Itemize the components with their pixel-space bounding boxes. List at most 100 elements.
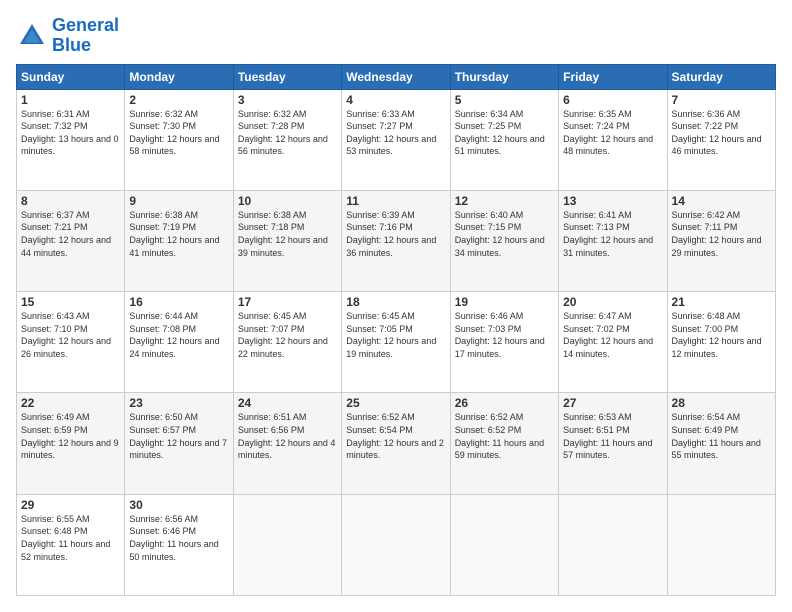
calendar-table: SundayMondayTuesdayWednesdayThursdayFrid… xyxy=(16,64,776,596)
calendar-cell: 23 Sunrise: 6:50 AMSunset: 6:57 PMDaylig… xyxy=(125,393,233,494)
day-info: Sunrise: 6:31 AMSunset: 7:32 PMDaylight:… xyxy=(21,109,119,157)
logo-text: General Blue xyxy=(52,16,119,56)
calendar-cell xyxy=(233,494,341,595)
day-info: Sunrise: 6:45 AMSunset: 7:05 PMDaylight:… xyxy=(346,311,436,359)
calendar-cell: 29 Sunrise: 6:55 AMSunset: 6:48 PMDaylig… xyxy=(17,494,125,595)
logo-blue: Blue xyxy=(52,35,91,55)
day-number: 23 xyxy=(129,396,228,410)
day-number: 10 xyxy=(238,194,337,208)
calendar-cell xyxy=(342,494,450,595)
day-number: 24 xyxy=(238,396,337,410)
weekday-header: Sunday xyxy=(17,64,125,89)
day-number: 15 xyxy=(21,295,120,309)
calendar-cell: 10 Sunrise: 6:38 AMSunset: 7:18 PMDaylig… xyxy=(233,190,341,291)
calendar-cell: 12 Sunrise: 6:40 AMSunset: 7:15 PMDaylig… xyxy=(450,190,558,291)
day-info: Sunrise: 6:38 AMSunset: 7:18 PMDaylight:… xyxy=(238,210,328,258)
day-info: Sunrise: 6:41 AMSunset: 7:13 PMDaylight:… xyxy=(563,210,653,258)
day-number: 21 xyxy=(672,295,771,309)
day-info: Sunrise: 6:53 AMSunset: 6:51 PMDaylight:… xyxy=(563,412,652,460)
calendar-cell xyxy=(559,494,667,595)
calendar-cell xyxy=(450,494,558,595)
day-info: Sunrise: 6:32 AMSunset: 7:28 PMDaylight:… xyxy=(238,109,328,157)
day-info: Sunrise: 6:50 AMSunset: 6:57 PMDaylight:… xyxy=(129,412,227,460)
day-number: 3 xyxy=(238,93,337,107)
day-number: 6 xyxy=(563,93,662,107)
day-number: 11 xyxy=(346,194,445,208)
day-info: Sunrise: 6:37 AMSunset: 7:21 PMDaylight:… xyxy=(21,210,111,258)
day-info: Sunrise: 6:55 AMSunset: 6:48 PMDaylight:… xyxy=(21,514,110,562)
calendar-cell: 8 Sunrise: 6:37 AMSunset: 7:21 PMDayligh… xyxy=(17,190,125,291)
calendar-cell: 28 Sunrise: 6:54 AMSunset: 6:49 PMDaylig… xyxy=(667,393,775,494)
day-info: Sunrise: 6:54 AMSunset: 6:49 PMDaylight:… xyxy=(672,412,761,460)
day-number: 30 xyxy=(129,498,228,512)
calendar-cell: 22 Sunrise: 6:49 AMSunset: 6:59 PMDaylig… xyxy=(17,393,125,494)
calendar-cell xyxy=(667,494,775,595)
calendar-cell: 15 Sunrise: 6:43 AMSunset: 7:10 PMDaylig… xyxy=(17,292,125,393)
day-info: Sunrise: 6:40 AMSunset: 7:15 PMDaylight:… xyxy=(455,210,545,258)
weekday-header: Tuesday xyxy=(233,64,341,89)
day-info: Sunrise: 6:42 AMSunset: 7:11 PMDaylight:… xyxy=(672,210,762,258)
calendar-cell: 16 Sunrise: 6:44 AMSunset: 7:08 PMDaylig… xyxy=(125,292,233,393)
day-number: 28 xyxy=(672,396,771,410)
logo: General Blue xyxy=(16,16,119,56)
day-number: 8 xyxy=(21,194,120,208)
day-number: 27 xyxy=(563,396,662,410)
logo-general: General xyxy=(52,15,119,35)
day-number: 5 xyxy=(455,93,554,107)
calendar-cell: 25 Sunrise: 6:52 AMSunset: 6:54 PMDaylig… xyxy=(342,393,450,494)
day-number: 17 xyxy=(238,295,337,309)
calendar-cell: 27 Sunrise: 6:53 AMSunset: 6:51 PMDaylig… xyxy=(559,393,667,494)
day-number: 9 xyxy=(129,194,228,208)
day-info: Sunrise: 6:45 AMSunset: 7:07 PMDaylight:… xyxy=(238,311,328,359)
day-number: 2 xyxy=(129,93,228,107)
header: General Blue xyxy=(16,16,776,56)
day-number: 7 xyxy=(672,93,771,107)
day-info: Sunrise: 6:39 AMSunset: 7:16 PMDaylight:… xyxy=(346,210,436,258)
calendar-cell: 9 Sunrise: 6:38 AMSunset: 7:19 PMDayligh… xyxy=(125,190,233,291)
day-info: Sunrise: 6:36 AMSunset: 7:22 PMDaylight:… xyxy=(672,109,762,157)
calendar-cell: 18 Sunrise: 6:45 AMSunset: 7:05 PMDaylig… xyxy=(342,292,450,393)
day-number: 22 xyxy=(21,396,120,410)
day-info: Sunrise: 6:34 AMSunset: 7:25 PMDaylight:… xyxy=(455,109,545,157)
day-number: 13 xyxy=(563,194,662,208)
day-number: 18 xyxy=(346,295,445,309)
day-info: Sunrise: 6:51 AMSunset: 6:56 PMDaylight:… xyxy=(238,412,336,460)
page: General Blue SundayMondayTuesdayWednesda… xyxy=(0,0,792,612)
day-number: 16 xyxy=(129,295,228,309)
calendar-cell: 5 Sunrise: 6:34 AMSunset: 7:25 PMDayligh… xyxy=(450,89,558,190)
calendar-cell: 1 Sunrise: 6:31 AMSunset: 7:32 PMDayligh… xyxy=(17,89,125,190)
day-info: Sunrise: 6:48 AMSunset: 7:00 PMDaylight:… xyxy=(672,311,762,359)
calendar-cell: 14 Sunrise: 6:42 AMSunset: 7:11 PMDaylig… xyxy=(667,190,775,291)
calendar-cell: 13 Sunrise: 6:41 AMSunset: 7:13 PMDaylig… xyxy=(559,190,667,291)
day-number: 4 xyxy=(346,93,445,107)
day-number: 26 xyxy=(455,396,554,410)
day-info: Sunrise: 6:46 AMSunset: 7:03 PMDaylight:… xyxy=(455,311,545,359)
calendar-cell: 24 Sunrise: 6:51 AMSunset: 6:56 PMDaylig… xyxy=(233,393,341,494)
weekday-header: Monday xyxy=(125,64,233,89)
day-number: 29 xyxy=(21,498,120,512)
day-info: Sunrise: 6:43 AMSunset: 7:10 PMDaylight:… xyxy=(21,311,111,359)
day-info: Sunrise: 6:49 AMSunset: 6:59 PMDaylight:… xyxy=(21,412,119,460)
day-info: Sunrise: 6:44 AMSunset: 7:08 PMDaylight:… xyxy=(129,311,219,359)
calendar-cell: 17 Sunrise: 6:45 AMSunset: 7:07 PMDaylig… xyxy=(233,292,341,393)
day-info: Sunrise: 6:38 AMSunset: 7:19 PMDaylight:… xyxy=(129,210,219,258)
calendar-cell: 20 Sunrise: 6:47 AMSunset: 7:02 PMDaylig… xyxy=(559,292,667,393)
day-number: 20 xyxy=(563,295,662,309)
calendar-cell: 3 Sunrise: 6:32 AMSunset: 7:28 PMDayligh… xyxy=(233,89,341,190)
weekday-header: Friday xyxy=(559,64,667,89)
calendar-cell: 26 Sunrise: 6:52 AMSunset: 6:52 PMDaylig… xyxy=(450,393,558,494)
day-number: 25 xyxy=(346,396,445,410)
day-info: Sunrise: 6:32 AMSunset: 7:30 PMDaylight:… xyxy=(129,109,219,157)
calendar-cell: 21 Sunrise: 6:48 AMSunset: 7:00 PMDaylig… xyxy=(667,292,775,393)
day-info: Sunrise: 6:56 AMSunset: 6:46 PMDaylight:… xyxy=(129,514,218,562)
calendar-cell: 7 Sunrise: 6:36 AMSunset: 7:22 PMDayligh… xyxy=(667,89,775,190)
day-info: Sunrise: 6:52 AMSunset: 6:54 PMDaylight:… xyxy=(346,412,444,460)
weekday-header: Saturday xyxy=(667,64,775,89)
calendar-cell: 19 Sunrise: 6:46 AMSunset: 7:03 PMDaylig… xyxy=(450,292,558,393)
weekday-header: Thursday xyxy=(450,64,558,89)
calendar-cell: 2 Sunrise: 6:32 AMSunset: 7:30 PMDayligh… xyxy=(125,89,233,190)
calendar-cell: 6 Sunrise: 6:35 AMSunset: 7:24 PMDayligh… xyxy=(559,89,667,190)
calendar-cell: 4 Sunrise: 6:33 AMSunset: 7:27 PMDayligh… xyxy=(342,89,450,190)
logo-icon xyxy=(16,20,48,52)
day-info: Sunrise: 6:52 AMSunset: 6:52 PMDaylight:… xyxy=(455,412,544,460)
